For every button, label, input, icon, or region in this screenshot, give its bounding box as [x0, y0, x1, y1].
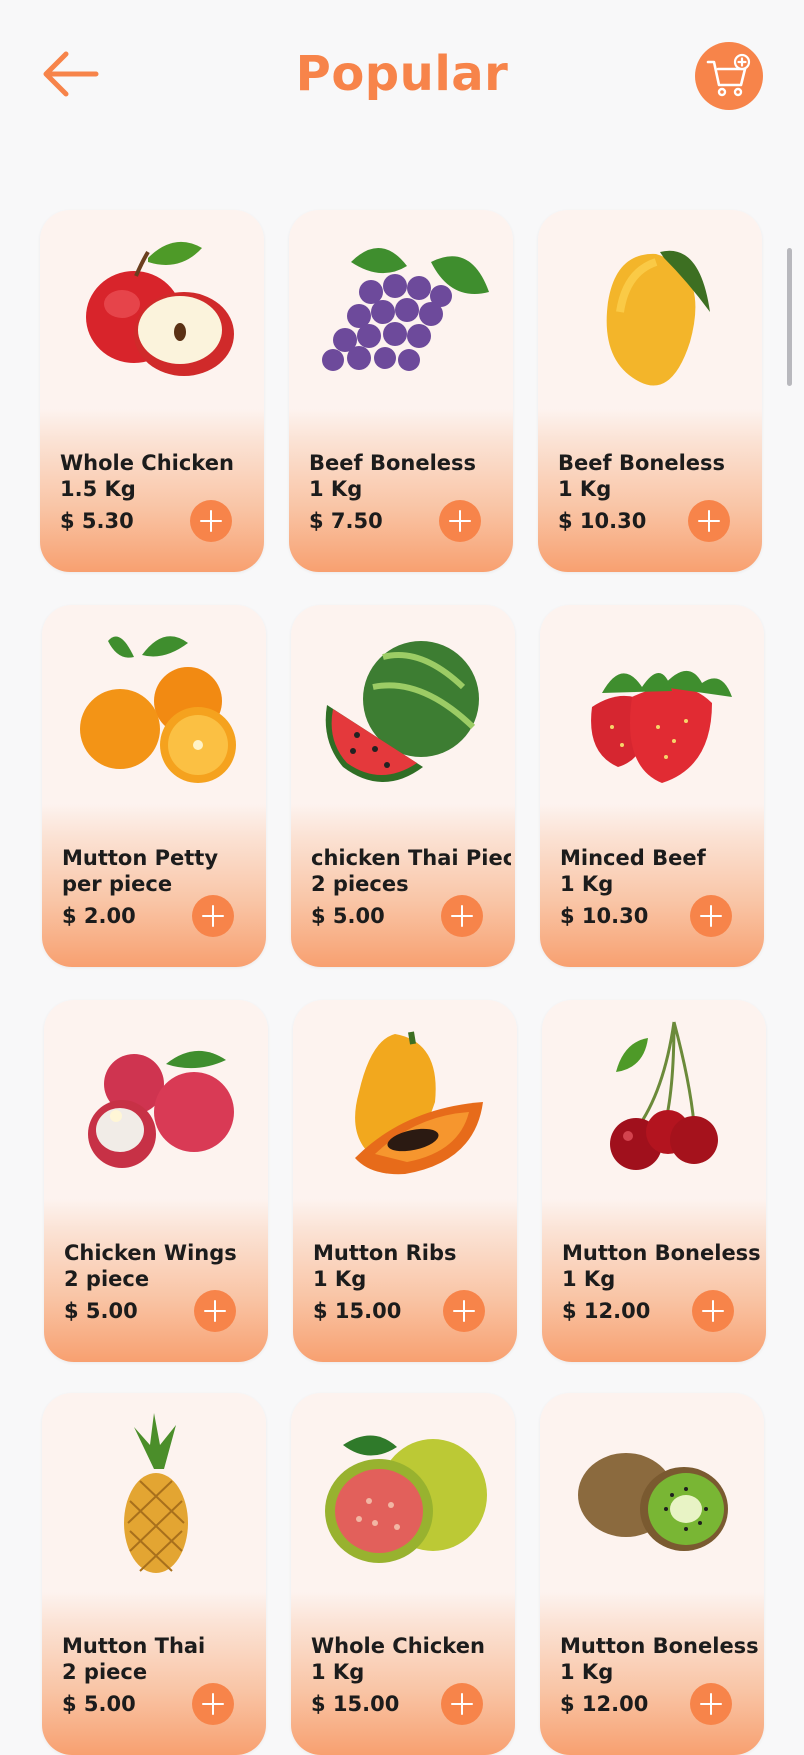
product-price: $ 10.30	[560, 904, 649, 928]
product-price: $ 15.00	[311, 1692, 400, 1716]
product-quantity: per piece	[62, 872, 173, 896]
product-quantity: 1.5 Kg	[60, 477, 136, 501]
product-quantity: 1 Kg	[313, 1267, 367, 1291]
product-name: Minced Beef	[560, 846, 706, 870]
strawberries-image	[591, 670, 732, 783]
add-to-cart-button[interactable]	[441, 895, 483, 937]
product-name: Whole Chicken	[311, 1634, 485, 1658]
product-name: Mutton Ribs	[313, 1241, 457, 1265]
add-to-cart-button[interactable]	[690, 895, 732, 937]
product-quantity: 1 Kg	[309, 477, 363, 501]
guava-image	[325, 1435, 487, 1563]
product-card[interactable]: Mutton Boneless 1 Kg $ 12.00	[540, 1393, 764, 1755]
product-quantity: 1 Kg	[562, 1267, 616, 1291]
product-card[interactable]: Beef Boneless 1 Kg $ 7.50	[289, 210, 513, 572]
product-price: $ 7.50	[309, 509, 383, 533]
product-price: $ 15.00	[313, 1299, 402, 1323]
product-card[interactable]: Mutton Boneless 1 Kg $ 12.00	[542, 1000, 766, 1362]
product-price: $ 12.00	[560, 1692, 649, 1716]
product-card[interactable]: Whole Chicken 1 Kg $ 15.00	[291, 1393, 515, 1755]
product-quantity: 1 Kg	[558, 477, 612, 501]
product-card[interactable]: Chicken Wings 2 piece $ 5.00	[44, 1000, 268, 1362]
product-price: $ 10.30	[558, 509, 647, 533]
kiwi-image	[578, 1453, 728, 1551]
product-name: Whole Chicken	[60, 451, 234, 475]
cart-button[interactable]	[695, 42, 763, 110]
add-to-cart-button[interactable]	[194, 1290, 236, 1332]
product-card[interactable]: Beef Boneless 1 Kg $ 10.30	[538, 210, 762, 572]
add-to-cart-button[interactable]	[443, 1290, 485, 1332]
add-to-cart-button[interactable]	[439, 500, 481, 542]
watermelon-image	[325, 641, 479, 782]
product-quantity: 2 piece	[62, 1660, 148, 1684]
product-card[interactable]: Mutton Petty per piece $ 2.00	[42, 605, 266, 967]
product-price: $ 5.00	[64, 1299, 138, 1323]
product-card[interactable]: chicken Thai Piece 2 pieces $ 5.00	[291, 605, 515, 967]
product-quantity: 2 pieces	[311, 872, 409, 896]
apple-image	[86, 241, 234, 376]
add-to-cart-button[interactable]	[192, 895, 234, 937]
product-card[interactable]: Mutton Thai 2 piece $ 5.00	[42, 1393, 266, 1755]
pineapple-image	[124, 1413, 188, 1573]
product-card[interactable]: Whole Chicken 1.5 Kg $ 5.30	[40, 210, 264, 572]
product-price: $ 2.00	[62, 904, 136, 928]
cherries-image	[610, 1021, 718, 1170]
product-card[interactable]: Minced Beef 1 Kg $ 10.30	[540, 605, 764, 967]
product-name: Beef Boneless	[309, 451, 477, 475]
grapes-image	[322, 247, 489, 371]
oranges-image	[80, 636, 236, 783]
product-name: Mutton Thai	[62, 1634, 206, 1658]
add-to-cart-button[interactable]	[688, 500, 730, 542]
product-name: Mutton Boneless	[560, 1634, 759, 1658]
scrollbar[interactable]	[787, 248, 792, 386]
product-price: $ 5.00	[311, 904, 385, 928]
add-to-cart-button[interactable]	[192, 1683, 234, 1725]
product-name: Mutton Boneless	[562, 1241, 761, 1265]
page-title: Popular	[295, 46, 509, 102]
papaya-image	[355, 1031, 483, 1175]
product-price: $ 5.00	[62, 1692, 136, 1716]
product-price: $ 12.00	[562, 1299, 651, 1323]
cart-add-icon	[706, 53, 751, 97]
product-name: Chicken Wings	[64, 1241, 237, 1265]
product-quantity: 1 Kg	[311, 1660, 365, 1684]
mango-image	[606, 250, 710, 386]
product-quantity: 2 piece	[64, 1267, 150, 1291]
product-quantity: 1 Kg	[560, 872, 614, 896]
product-name: chicken Thai Piece	[311, 846, 511, 870]
add-to-cart-button[interactable]	[441, 1683, 483, 1725]
product-name: Beef Boneless	[558, 451, 726, 475]
add-to-cart-button[interactable]	[692, 1290, 734, 1332]
lychee-image	[88, 1050, 234, 1168]
add-to-cart-button[interactable]	[690, 1683, 732, 1725]
product-name: Mutton Petty	[62, 846, 219, 870]
product-price: $ 5.30	[60, 509, 134, 533]
header: Popular	[0, 0, 804, 160]
add-to-cart-button[interactable]	[190, 500, 232, 542]
product-card[interactable]: Mutton Ribs 1 Kg $ 15.00	[293, 1000, 517, 1362]
product-quantity: 1 Kg	[560, 1660, 614, 1684]
